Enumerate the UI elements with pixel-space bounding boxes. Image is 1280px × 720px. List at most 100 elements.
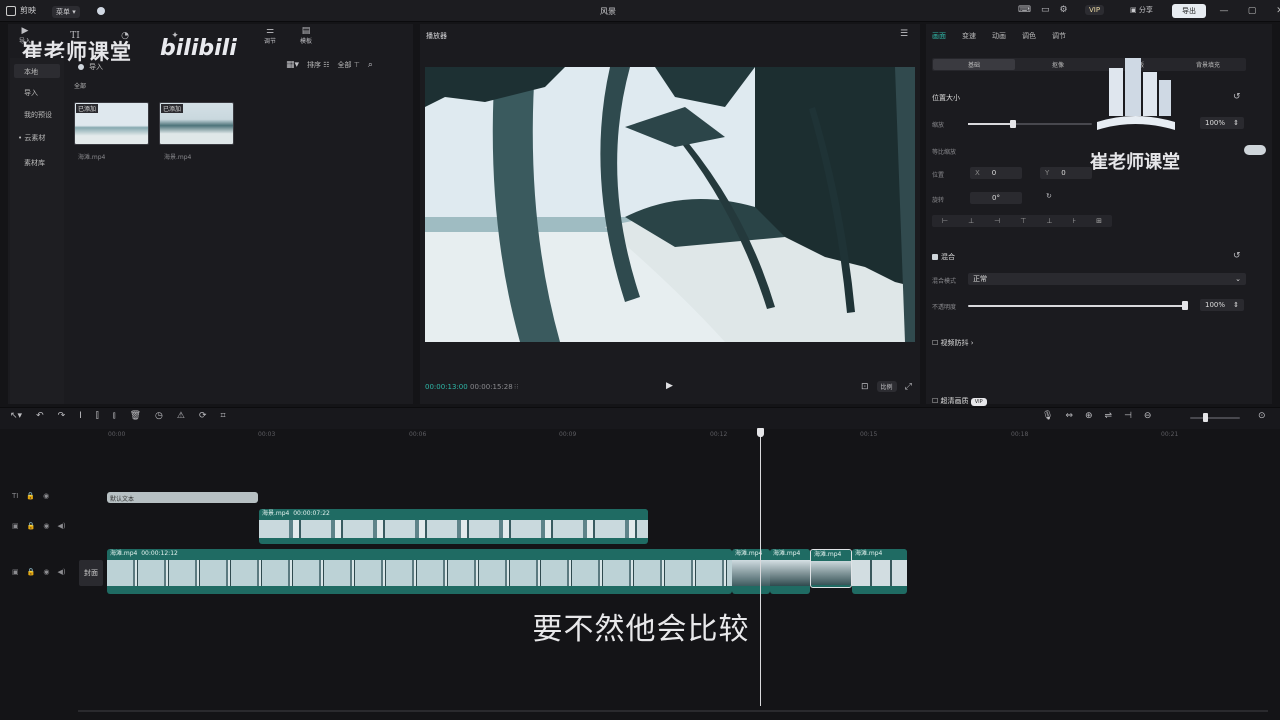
lock-icon[interactable]: 🔒 bbox=[27, 522, 36, 530]
play-button[interactable]: ▶ bbox=[666, 381, 673, 391]
scale-slider-handle[interactable] bbox=[1010, 120, 1016, 128]
tab-color[interactable]: 调色 bbox=[1022, 31, 1036, 41]
split-left-icon[interactable]: ⫿ bbox=[96, 411, 99, 421]
minimize-icon[interactable]: — bbox=[1210, 0, 1238, 22]
align-full-icon[interactable]: ⊞ bbox=[1096, 217, 1102, 225]
rotate-icon[interactable]: ↻ bbox=[1046, 192, 1052, 200]
close-icon[interactable]: ✕ bbox=[1266, 0, 1280, 22]
tab-speed[interactable]: 变速 bbox=[962, 31, 976, 41]
video-preview[interactable] bbox=[425, 67, 915, 342]
zoom-slider-handle[interactable] bbox=[1203, 413, 1208, 422]
crop-icon[interactable]: ⌗ bbox=[221, 411, 226, 421]
superres-row[interactable]: ☐ 超清画质 VIP bbox=[932, 396, 987, 406]
preview-axis-icon[interactable]: ⊣ bbox=[1124, 411, 1132, 421]
blend-mode-select[interactable]: 正常 ⌄ bbox=[968, 273, 1246, 285]
blend-heading[interactable]: 混合 bbox=[932, 252, 955, 262]
align-right-icon[interactable]: ⊣ bbox=[994, 217, 1000, 225]
media-thumb-1[interactable]: 已添加 bbox=[74, 102, 149, 145]
lock-icon[interactable]: 🔒 bbox=[27, 568, 36, 576]
fullscreen-icon[interactable]: ⤢ bbox=[905, 382, 912, 392]
opacity-slider[interactable] bbox=[968, 305, 1186, 307]
scale-value-field[interactable]: 100% ⇕ bbox=[1200, 117, 1244, 129]
clip-small-2[interactable]: 海滩.mp4 bbox=[770, 549, 810, 594]
opacity-value-field[interactable]: 100% ⇕ bbox=[1200, 299, 1244, 311]
align-middle-icon[interactable]: ⊥ bbox=[1046, 217, 1052, 225]
grid-view-icon[interactable]: ▦▾ bbox=[286, 60, 299, 70]
clip-small-1[interactable]: 海滩.mp4 bbox=[732, 549, 770, 594]
freeze-icon[interactable]: ◷ bbox=[155, 411, 163, 421]
audio-icon[interactable]: ◀) bbox=[57, 522, 65, 530]
sidebar-item-library[interactable]: 素材库 bbox=[24, 158, 45, 168]
eye-icon[interactable]: ◉ bbox=[43, 568, 49, 576]
clip-small-4[interactable]: 海滩.mp4 bbox=[852, 549, 907, 594]
vip-badge[interactable]: VIP bbox=[1085, 5, 1105, 15]
cover-button[interactable]: 封面 bbox=[79, 560, 103, 586]
tab-animation[interactable]: 动画 bbox=[992, 31, 1006, 41]
position-x-field[interactable]: X0 bbox=[970, 167, 1022, 179]
blend-checkbox[interactable] bbox=[932, 254, 938, 260]
align-center-icon[interactable]: ⊥ bbox=[968, 217, 974, 225]
subtab-keying[interactable]: 抠像 bbox=[1052, 60, 1064, 69]
rotate-field[interactable]: 0° bbox=[970, 192, 1022, 204]
opacity-slider-handle[interactable] bbox=[1182, 301, 1188, 310]
playhead[interactable] bbox=[757, 428, 764, 706]
audio-icon[interactable]: ◀) bbox=[57, 568, 65, 576]
sidebar-item-presets[interactable]: 我的预设 bbox=[24, 110, 52, 120]
scale-slider[interactable] bbox=[968, 123, 1092, 125]
export-button[interactable]: 导出 bbox=[1172, 4, 1206, 18]
zoom-slider[interactable] bbox=[1190, 417, 1240, 419]
share-icon[interactable]: ▣ 分享 bbox=[1130, 5, 1153, 15]
sort-button[interactable]: 排序 ☷ bbox=[307, 60, 330, 70]
zoom-out-icon[interactable]: ⊖ bbox=[1144, 411, 1152, 421]
microphone-icon[interactable]: 🎙 bbox=[1042, 411, 1053, 421]
layout-icon[interactable]: ▭ bbox=[1041, 5, 1050, 15]
text-clip[interactable]: 默认文本 bbox=[107, 492, 258, 503]
template-icon[interactable]: ▤ 模板 bbox=[300, 26, 312, 45]
stabilize-row[interactable]: ☐ 视频防抖 › bbox=[932, 338, 974, 348]
maximize-icon[interactable]: ▢ bbox=[1238, 0, 1266, 22]
align-bottom-icon[interactable]: ⊦ bbox=[1072, 217, 1076, 225]
tab-adjust[interactable]: 调节 bbox=[1052, 31, 1066, 41]
blend-reset-icon[interactable]: ↺ bbox=[1233, 251, 1241, 261]
search-icon[interactable]: ⌕ bbox=[368, 60, 373, 70]
import-button[interactable]: 导入 bbox=[78, 62, 103, 72]
select-tool-icon[interactable]: ↖▾ bbox=[10, 411, 22, 421]
align-top-icon[interactable]: ⊤ bbox=[1020, 217, 1026, 225]
delete-icon[interactable]: 🗑 bbox=[130, 411, 141, 421]
split-right-icon[interactable]: ⫾ bbox=[113, 411, 116, 421]
zoom-fit-icon[interactable]: ⊙ bbox=[1258, 411, 1266, 421]
media-thumb-2[interactable]: 已添加 bbox=[159, 102, 234, 145]
redo-icon[interactable]: ↷ bbox=[58, 411, 66, 421]
filter-button[interactable]: 全部 ⊤ bbox=[338, 60, 360, 70]
eye-icon[interactable]: ◉ bbox=[43, 492, 49, 500]
eye-icon[interactable]: ◉ bbox=[43, 522, 49, 530]
subtab-background[interactable]: 背景填充 bbox=[1196, 60, 1220, 69]
sidebar-item-local[interactable]: 本地 bbox=[24, 67, 38, 77]
uniform-scale-toggle[interactable] bbox=[1244, 145, 1266, 155]
menu-button[interactable]: 菜单 ▾ bbox=[52, 6, 80, 18]
undo-icon[interactable]: ↶ bbox=[36, 411, 44, 421]
linkage-icon[interactable]: ⇌ bbox=[1105, 411, 1113, 421]
sidebar-item-import[interactable]: 导入 bbox=[24, 88, 38, 98]
ratio-button[interactable]: 比例 bbox=[876, 381, 897, 392]
clip-small-3-selected[interactable]: 海滩.mp4 bbox=[810, 549, 852, 588]
keyboard-icon[interactable]: ⌨ bbox=[1018, 5, 1031, 15]
subtab-basic[interactable]: 基础 bbox=[968, 60, 980, 69]
lock-icon[interactable]: 🔒 bbox=[26, 492, 35, 500]
reset-icon[interactable]: ↺ bbox=[1233, 92, 1241, 102]
timecode-format-icon[interactable]: ⁝⁝ bbox=[514, 383, 518, 391]
adjust-icon[interactable]: ⚌ 调节 bbox=[264, 26, 276, 45]
settings-icon[interactable]: ⚙ bbox=[1060, 5, 1068, 15]
link-icon[interactable]: ⇔ bbox=[1065, 411, 1073, 421]
timeline-ruler[interactable]: 00:00 00:03 00:06 00:09 00:12 00:15 00:1… bbox=[0, 429, 1280, 441]
timeline-scrollbar[interactable] bbox=[78, 710, 1268, 712]
main-clip[interactable]: 海滩.mp4 00:00:12:12 bbox=[107, 549, 732, 594]
split-icon[interactable]: Ⅰ bbox=[79, 411, 82, 421]
fit-icon[interactable]: ⊡ bbox=[861, 382, 869, 392]
player-menu-icon[interactable]: ☰ bbox=[900, 29, 908, 39]
align-left-icon[interactable]: ⊢ bbox=[942, 217, 948, 225]
overlay-clip[interactable]: 海景.mp4 00:00:07:22 bbox=[259, 509, 648, 544]
snap-icon[interactable]: ⊕ bbox=[1085, 411, 1093, 421]
position-y-field[interactable]: Y0 bbox=[1040, 167, 1092, 179]
sidebar-item-cloud[interactable]: • 云素材 bbox=[18, 133, 45, 143]
